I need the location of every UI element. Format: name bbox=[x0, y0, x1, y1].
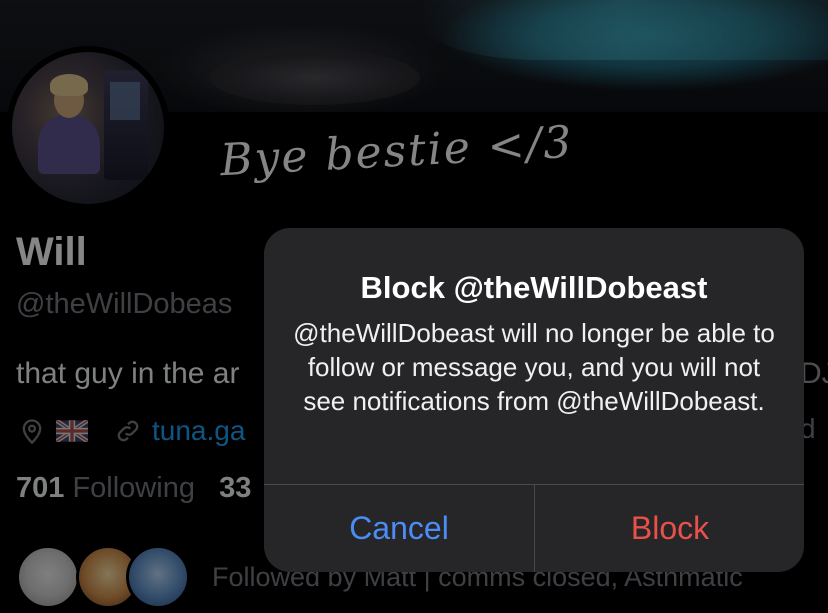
alert-title: Block @theWillDobeast bbox=[360, 270, 708, 305]
alert-message: @theWillDobeast will no longer be able t… bbox=[293, 318, 775, 416]
block-alert-dialog: Block @theWillDobeast @theWillDobeast wi… bbox=[264, 228, 804, 572]
block-button[interactable]: Block bbox=[535, 485, 804, 572]
cancel-button[interactable]: Cancel bbox=[264, 485, 534, 572]
